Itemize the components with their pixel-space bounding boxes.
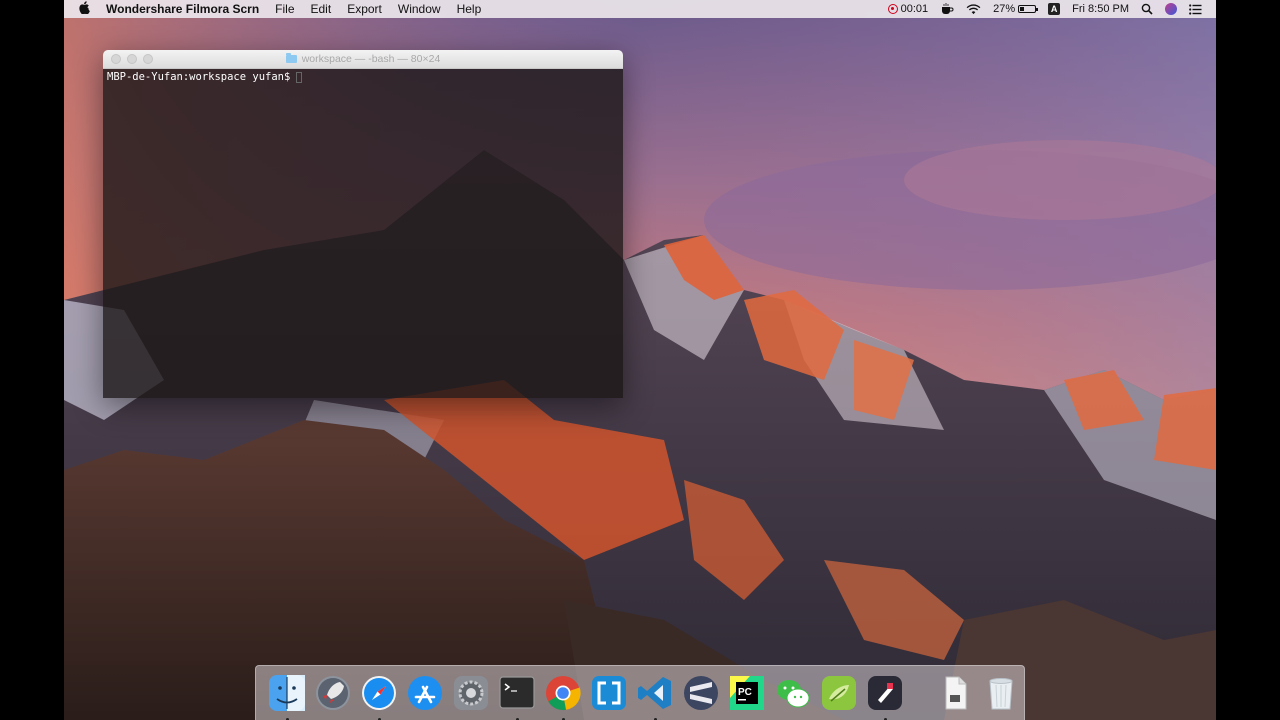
dock-safari[interactable] (359, 673, 399, 720)
record-time: 00:01 (900, 3, 929, 15)
launchpad-rocket-icon (316, 676, 350, 710)
trash-icon (989, 678, 1013, 710)
apple-menu-icon[interactable] (72, 1, 96, 17)
battery-icon (1018, 5, 1039, 13)
menu-bar: Wondershare Filmora Scrn File Edit Expor… (64, 0, 1216, 18)
terminal-content[interactable]: MBP-de-Yufan:workspace yufan$ (103, 69, 623, 398)
document-icon (945, 676, 967, 710)
dock-document-stack[interactable] (935, 673, 975, 713)
dock-pycharm[interactable]: PC (727, 673, 767, 713)
android-file-transfer-icon (822, 676, 856, 710)
close-button[interactable] (111, 54, 121, 64)
recording-status[interactable]: 00:01 (882, 0, 935, 18)
finder-icon (269, 675, 305, 711)
desktop: Wondershare Filmora Scrn File Edit Expor… (64, 0, 1216, 720)
dock-launchpad[interactable] (313, 673, 353, 713)
dock-trash[interactable] (981, 673, 1021, 713)
pycharm-icon: PC (730, 676, 764, 710)
sourcetree-icon (592, 676, 626, 710)
dock-filmora-scrn[interactable] (865, 673, 905, 720)
record-icon (887, 4, 898, 14)
menu-file[interactable]: File (267, 0, 302, 18)
clock[interactable]: Fri 8:50 PM (1066, 0, 1135, 18)
dock-android-file-transfer[interactable] (819, 673, 859, 713)
sublime-icon (684, 676, 718, 710)
battery-level-fill (1020, 7, 1025, 11)
terminal-title-bar[interactable]: workspace — -bash — 80×24 (103, 50, 623, 69)
zoom-button[interactable] (143, 54, 153, 64)
menu-app-name[interactable]: Wondershare Filmora Scrn (96, 0, 267, 18)
dock-sublime[interactable] (681, 673, 721, 713)
dock-chrome[interactable] (543, 673, 583, 720)
text-cursor (296, 71, 303, 83)
folder-icon (285, 53, 297, 63)
battery-percent: 27% (993, 3, 1016, 15)
menu-help[interactable]: Help (449, 0, 490, 18)
battery-status[interactable]: 27% (987, 0, 1042, 18)
notification-center-icon[interactable] (1183, 0, 1208, 18)
input-source[interactable]: A (1042, 0, 1066, 18)
menu-export[interactable]: Export (339, 0, 390, 18)
terminal-title: workspace — -bash — 80×24 (301, 53, 441, 65)
dock-app-store[interactable] (405, 673, 445, 713)
chrome-icon (546, 676, 581, 711)
dock-system-preferences[interactable] (451, 673, 491, 713)
dock-wechat[interactable] (773, 673, 813, 713)
input-source-icon: A (1048, 3, 1061, 15)
wifi-icon[interactable] (960, 0, 987, 18)
shell-prompt: MBP-de-Yufan:workspace yufan$ (107, 71, 291, 83)
app-store-icon (408, 676, 442, 710)
dock-terminal[interactable] (497, 673, 537, 720)
minimize-button[interactable] (127, 54, 137, 64)
menu-window[interactable]: Window (390, 0, 449, 18)
coffee-cup-icon[interactable] (934, 0, 960, 18)
dock-vscode[interactable] (635, 673, 675, 720)
safari-compass-icon (362, 676, 396, 710)
svg-text:PC: PC (738, 687, 752, 698)
vscode-icon (638, 677, 671, 709)
dock: PC (255, 665, 1025, 720)
dock-finder[interactable] (267, 673, 307, 720)
terminal-icon (499, 676, 535, 709)
dock-sourcetree[interactable] (589, 673, 629, 713)
user-avatar-icon[interactable] (1159, 0, 1183, 18)
menu-edit[interactable]: Edit (303, 0, 340, 18)
gear-icon (454, 676, 488, 710)
filmora-scrn-icon (868, 676, 902, 710)
terminal-window[interactable]: workspace — -bash — 80×24 MBP-de-Yufan:w… (103, 50, 623, 398)
spotlight-search-icon[interactable] (1135, 0, 1159, 18)
wechat-icon (777, 680, 810, 708)
